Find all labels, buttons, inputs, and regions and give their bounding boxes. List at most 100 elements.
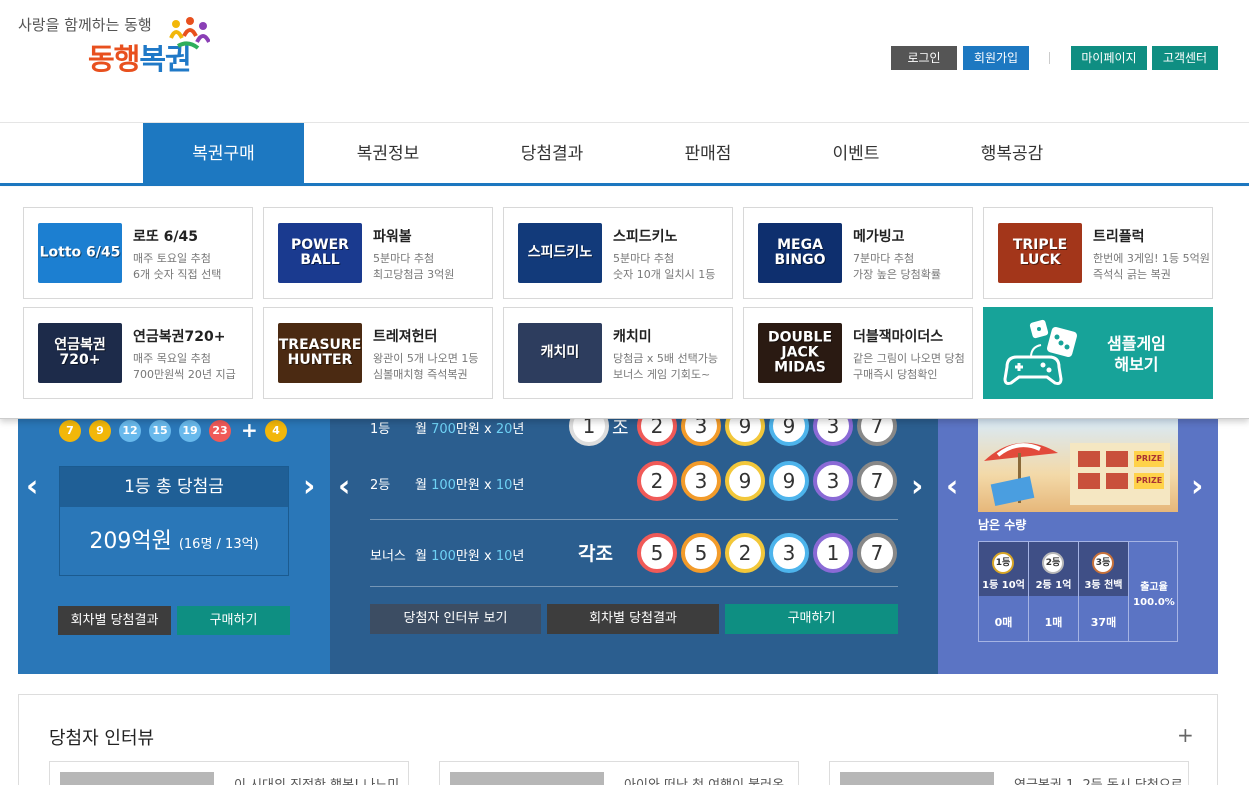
game-desc-line2: 가장 높은 당첨확률 [853, 268, 941, 281]
interview-more-icon[interactable]: + [1177, 723, 1194, 747]
nav-item-results[interactable]: 당첨결과 [482, 123, 622, 185]
game-desc: 왕관이 5개 나오면 1등 심볼매치형 즉석복권 [373, 351, 478, 383]
lotto-number-ball: 19 [179, 420, 201, 442]
interview-card[interactable]: 이 시대의 진정한 행복! 나느미 [49, 761, 409, 785]
sample-game-button[interactable]: 샘플게임해보기 [983, 307, 1213, 399]
join-button[interactable]: 회원가입 [963, 46, 1029, 70]
nav-item-info[interactable]: 복권정보 [318, 123, 458, 185]
game-desc: 매주 토요일 추첨 6개 숫자 직접 선택 [133, 251, 221, 283]
bonus-desc: 월 100만원 x 10년 [415, 545, 524, 564]
rank2-number-ball: 9 [769, 461, 809, 501]
game-logo-text: TREASURE HUNTER [278, 337, 362, 368]
nav-item-stores[interactable]: 판매점 [638, 123, 778, 185]
stock-top: 1등 1등 10억 [979, 542, 1028, 596]
page: 사랑을 함께하는 동행 동행복권 로그인 회원가입 마이페이지 고객센터 복권구… [0, 0, 1249, 785]
bonus-number-ball: 3 [769, 533, 809, 573]
stock-table: 1등 1등 10억 0매 2등 2등 1억 1매 3등 3등 천백 37매 출고… [978, 541, 1178, 642]
stock-count: 37매 [1090, 616, 1117, 629]
game-desc-line1: 5분마다 추첨 [613, 252, 675, 265]
lotto-bonus-ball: 4 [265, 420, 287, 442]
scratch-ticket-image[interactable]: PRIZE PRIZE [978, 419, 1178, 512]
game-card[interactable]: TREASURE HUNTER 트레져헌터 왕관이 5개 나오면 1등 심볼매치형 즉… [263, 307, 493, 399]
rank2-number-ball: 2 [637, 461, 677, 501]
nav-item-events[interactable]: 이벤트 [786, 123, 926, 185]
game-card[interactable]: DOUBLE JACK MIDAS 더블잭마이더스 같은 그림이 나오면 당첨 구매즉… [743, 307, 973, 399]
game-card[interactable]: Lotto 6/45 로또 6/45 매주 토요일 추첨 6개 숫자 직접 선택 [23, 207, 253, 299]
pension-buy-button[interactable]: 구매하기 [725, 604, 898, 634]
game-card[interactable]: 스피드키노 스피드키노 5분마다 추첨 숫자 10개 일치시 1등 [503, 207, 733, 299]
game-card[interactable]: TRIPLE LUCK 트리플럭 한번에 3게임! 1등 5억원 즉석식 긁는 복권 [983, 207, 1213, 299]
sample-game-line2: 해보기 [1114, 355, 1159, 374]
pension-results-button[interactable]: 회차별 당첨결과 [547, 604, 719, 634]
game-desc: 같은 그림이 나오면 당첨 구매즉시 당첨확인 [853, 351, 965, 383]
lotto-prev-arrow-icon[interactable]: ‹ [26, 472, 38, 502]
lotto-buy-button[interactable]: 구매하기 [177, 606, 290, 635]
rank2-desc-mid: 만원 x [455, 478, 496, 493]
lotto-next-arrow-icon[interactable]: › [303, 472, 315, 502]
scratch-prev-arrow-icon[interactable]: ‹ [946, 472, 958, 502]
mypage-button[interactable]: 마이페이지 [1071, 46, 1147, 70]
interview-headline: 이 시대의 진정한 행복! 나느미 [234, 774, 399, 785]
pension-next-arrow-icon[interactable]: › [911, 472, 923, 502]
game-desc-line1: 7분마다 추첨 [853, 252, 915, 265]
lotto-number-ball: 9 [89, 420, 111, 442]
rank2-number-ball: 9 [725, 461, 765, 501]
header: 사랑을 함께하는 동행 동행복권 로그인 회원가입 마이페이지 고객센터 [0, 0, 1249, 122]
lotto-prize-box: 1등 총 당첨금 209억원 (16명 / 13억) [59, 466, 289, 576]
game-card[interactable]: 캐치미 캐치미 당첨금 x 5배 선택가능 보너스 게임 기회도~ [503, 307, 733, 399]
nav-item-buy[interactable]: 복권구매 [143, 123, 304, 185]
game-card[interactable]: POWER BALL 파워볼 5분마다 추첨 최고당첨금 3억원 [263, 207, 493, 299]
interview-card[interactable]: 아이와 떠난 첫 여행이 불러온 [439, 761, 799, 785]
bonus-desc-suffix: 년 [512, 549, 525, 564]
game-name: 트리플럭 [1093, 229, 1145, 245]
rank2-number-ball: 3 [681, 461, 721, 501]
stock-col-3: 3등 3등 천백 37매 [1079, 542, 1129, 641]
login-button[interactable]: 로그인 [891, 46, 957, 70]
medal-icon: 1등 [992, 552, 1014, 574]
game-desc-line2: 700만원씩 20년 지급 [133, 368, 236, 381]
rank1-desc-prefix: 월 [415, 422, 432, 437]
lotto-number-ball: 23 [209, 420, 231, 442]
scratch-next-arrow-icon[interactable]: › [1191, 472, 1203, 502]
game-logo-text: 스피드키노 [527, 244, 593, 261]
customer-center-button[interactable]: 고객센터 [1152, 46, 1218, 70]
interview-thumbnail [840, 772, 994, 785]
sample-game-line1: 샘플게임 [1107, 334, 1166, 353]
bonus-desc-years: 10 [495, 549, 513, 564]
bonus-plus-icon: + [241, 418, 258, 442]
pension-prev-arrow-icon[interactable]: ‹ [338, 472, 350, 502]
bonus-desc-amount: 100 [431, 549, 456, 564]
bonus-desc-prefix: 월 [415, 549, 432, 564]
rank1-desc: 월 700만원 x 20년 [415, 418, 524, 437]
rank2-label: 2등 [370, 478, 391, 493]
game-name: 파워볼 [373, 229, 412, 245]
game-desc: 7분마다 추첨가장 높은 당첨확률 [853, 251, 941, 283]
game-desc-line1: 5분마다 추첨 [373, 252, 435, 265]
bonus-number-ball: 7 [857, 533, 897, 573]
interview-card[interactable]: 연금복권 1, 2등 동시 당첨으로 [829, 761, 1189, 785]
winner-interview-button[interactable]: 당첨자 인터뷰 보기 [370, 604, 541, 634]
game-desc-line2: 심볼매치형 즉석복권 [373, 368, 468, 381]
rank1-desc-suffix: 년 [512, 422, 525, 437]
game-logo: Lotto 6/45 [38, 223, 122, 283]
bonus-number-ball: 1 [813, 533, 853, 573]
main-nav: 복권구매 복권정보 당첨결과 판매점 이벤트 행복공감 [0, 122, 1249, 186]
logo-figures-icon [169, 17, 210, 50]
game-desc-line2: 숫자 10개 일치시 1등 [613, 268, 716, 281]
gamepad-dice-icon [1003, 319, 1078, 385]
pension-divider [370, 586, 898, 587]
game-desc: 당첨금 x 5배 선택가능 보너스 게임 기회도~ [613, 351, 718, 383]
game-card[interactable]: 연금복권720+ 연금복권720+ 매주 목요일 추첨 700만원씩 20년 지급 [23, 307, 253, 399]
header-divider [1049, 52, 1050, 64]
prize-label: 1등 총 당첨금 [60, 467, 288, 507]
game-desc: 5분마다 추첨숫자 10개 일치시 1등 [613, 251, 715, 283]
game-card[interactable]: MEGA BINGO 메가빙고 7분마다 추첨 가장 높은 당첨확률 [743, 207, 973, 299]
nav-item-happiness[interactable]: 행복공감 [942, 123, 1082, 185]
game-name: 스피드키노 [613, 229, 678, 245]
game-logo-text: 캐치미 [540, 344, 580, 361]
lotto-results-button[interactable]: 회차별 당첨결과 [58, 606, 171, 635]
sample-game-label: 샘플게임해보기 [1107, 333, 1166, 375]
buy-dropdown-menu: Lotto 6/45 로또 6/45 매주 토요일 추첨 6개 숫자 직접 선택 POW… [0, 187, 1249, 419]
game-desc: 한번에 3게임! 1등 5억원 즉석식 긁는 복권 [1093, 251, 1210, 283]
game-desc: 매주 목요일 추첨 700만원씩 20년 지급 [133, 351, 236, 383]
